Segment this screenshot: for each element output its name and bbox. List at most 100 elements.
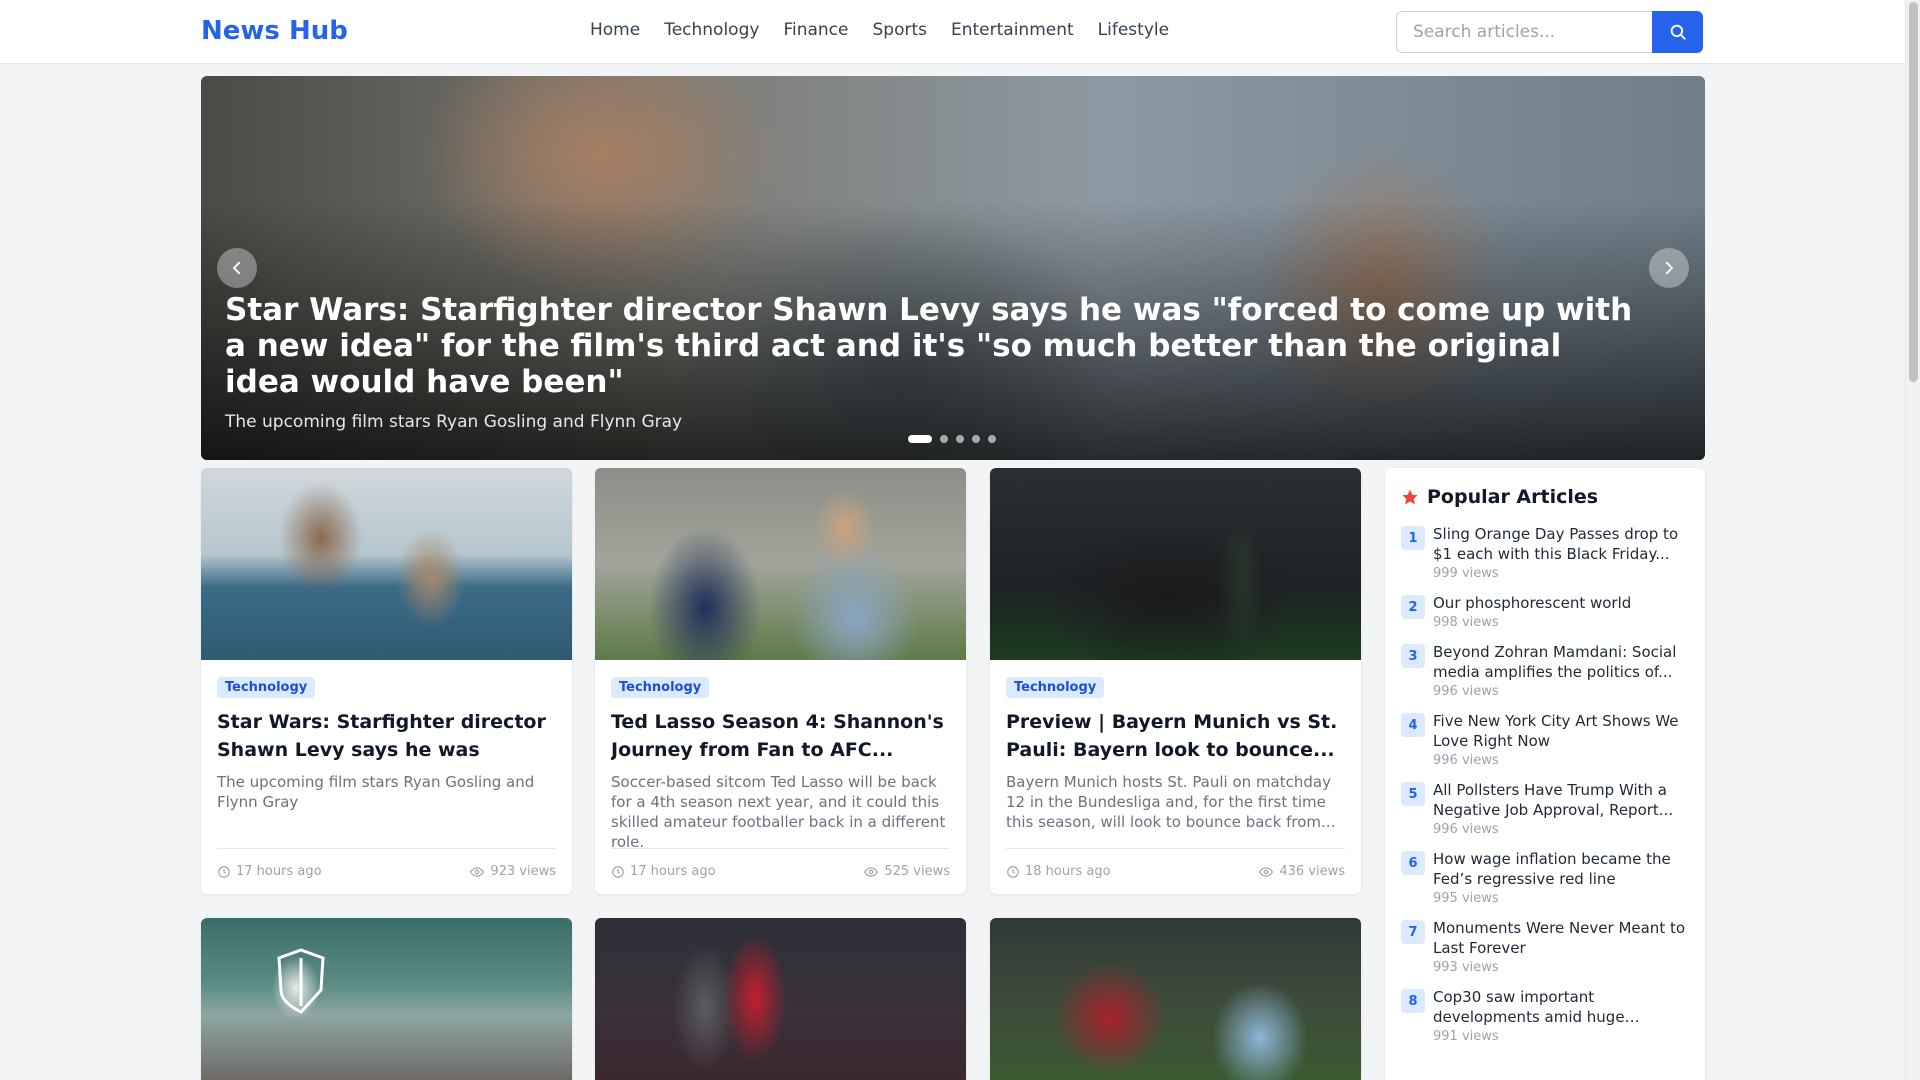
carousel-dot[interactable]: [972, 435, 980, 443]
hero-carousel[interactable]: Star Wars: Starfighter director Shawn Le…: [201, 76, 1705, 460]
article-description: Soccer-based sitcom Ted Lasso will be ba…: [611, 773, 946, 851]
nav-lifestyle[interactable]: Lifestyle: [1098, 20, 1169, 40]
carousel-dot[interactable]: [956, 435, 964, 443]
popular-heading: Popular Articles: [1401, 486, 1689, 508]
article-card[interactable]: [201, 918, 572, 1080]
carousel-dot[interactable]: [908, 435, 932, 443]
article-title[interactable]: Ted Lasso Season 4: Shannon's Journey fr…: [611, 708, 950, 764]
article-image[interactable]: [990, 918, 1361, 1080]
article-image[interactable]: [595, 468, 966, 660]
popular-item[interactable]: 1 Sling Orange Day Passes drop to $1 eac…: [1401, 524, 1689, 581]
site-logo[interactable]: News Hub: [201, 16, 348, 46]
popular-item[interactable]: 3 Beyond Zohran Mamdani: Social media am…: [1401, 642, 1689, 699]
carousel-dot[interactable]: [988, 435, 996, 443]
article-title[interactable]: Star Wars: Starfighter director Shawn Le…: [217, 708, 556, 764]
rank-badge: 3: [1401, 644, 1425, 668]
popular-item-title[interactable]: Beyond Zohran Mamdani: Social media ampl…: [1433, 642, 1689, 682]
popular-item[interactable]: 5 All Pollsters Have Trump With a Negati…: [1401, 780, 1689, 837]
article-time: 17 hours ago: [630, 864, 716, 879]
article-image[interactable]: [201, 468, 572, 660]
clock-icon: [218, 865, 230, 878]
article-image[interactable]: [595, 918, 966, 1080]
carousel-indicators: [908, 435, 996, 443]
search-input[interactable]: [1396, 11, 1652, 53]
popular-item-views: 998 views: [1433, 615, 1499, 630]
popular-item-views: 993 views: [1433, 960, 1499, 975]
rank-badge: 2: [1401, 595, 1425, 619]
article-meta: 17 hours ago 525 views: [611, 848, 950, 894]
article-card[interactable]: [990, 918, 1361, 1080]
page-scrollbar[interactable]: [1905, 0, 1920, 1080]
category-tag[interactable]: Technology: [611, 677, 710, 698]
article-views: 923 views: [490, 864, 556, 879]
rank-badge: 7: [1401, 920, 1425, 944]
site-header: News Hub Home Technology Finance Sports …: [0, 0, 1905, 64]
popular-item-views: 991 views: [1433, 1029, 1499, 1044]
carousel-dot[interactable]: [940, 435, 948, 443]
carousel-prev-button[interactable]: [217, 248, 257, 288]
popular-item-title[interactable]: Five New York City Art Shows We Love Rig…: [1433, 711, 1689, 751]
nav-sports[interactable]: Sports: [872, 20, 927, 40]
search-button[interactable]: [1652, 11, 1703, 53]
article-card[interactable]: Technology Preview | Bayern Munich vs St…: [990, 468, 1361, 894]
scrollbar-thumb[interactable]: [1909, 2, 1918, 382]
category-tag[interactable]: Technology: [1006, 677, 1105, 698]
article-title[interactable]: Preview | Bayern Munich vs St. Pauli: Ba…: [1006, 708, 1345, 764]
popular-item-views: 996 views: [1433, 822, 1499, 837]
article-views: 525 views: [884, 864, 950, 879]
popular-item-title[interactable]: Cop30 saw important developments amid hu…: [1433, 987, 1689, 1027]
nav-finance[interactable]: Finance: [783, 20, 848, 40]
search-icon: [1670, 24, 1686, 40]
carousel-next-button[interactable]: [1649, 248, 1689, 288]
clock-icon: [1007, 865, 1019, 878]
popular-item[interactable]: 2 Our phosphorescent world 998 views: [1401, 593, 1689, 630]
article-time: 18 hours ago: [1025, 864, 1111, 879]
hero-title[interactable]: Star Wars: Starfighter director Shawn Le…: [225, 292, 1645, 400]
search-bar: [1396, 11, 1703, 53]
rank-badge: 6: [1401, 851, 1425, 875]
popular-heading-text: Popular Articles: [1427, 486, 1599, 508]
article-card[interactable]: Technology Ted Lasso Season 4: Shannon's…: [595, 468, 966, 894]
article-time: 17 hours ago: [236, 864, 322, 879]
article-description: The upcoming film stars Ryan Gosling and…: [217, 773, 535, 811]
rank-badge: 5: [1401, 782, 1425, 806]
eye-icon: [470, 866, 485, 877]
popular-item-views: 995 views: [1433, 891, 1499, 906]
eye-icon: [1259, 866, 1274, 877]
popular-item-title[interactable]: Our phosphorescent world: [1433, 593, 1689, 613]
main-nav: Home Technology Finance Sports Entertain…: [590, 20, 1193, 40]
popular-item-title[interactable]: All Pollsters Have Trump With a Negative…: [1433, 780, 1689, 820]
popular-item[interactable]: 4 Five New York City Art Shows We Love R…: [1401, 711, 1689, 768]
popular-articles-panel: Popular Articles 1 Sling Orange Day Pass…: [1385, 468, 1705, 1080]
article-views: 436 views: [1279, 864, 1345, 879]
popular-item-views: 996 views: [1433, 753, 1499, 768]
chevron-right-icon: [1665, 261, 1673, 275]
popular-item-views: 996 views: [1433, 684, 1499, 699]
hero-subtitle: The upcoming film stars Ryan Gosling and…: [225, 412, 683, 432]
popular-item-views: 999 views: [1433, 566, 1499, 581]
rank-badge: 4: [1401, 713, 1425, 737]
popular-item[interactable]: 6 How wage inflation became the Fed’s re…: [1401, 849, 1689, 906]
popular-item[interactable]: 7 Monuments Were Never Meant to Last For…: [1401, 918, 1689, 975]
clock-icon: [612, 865, 624, 878]
article-image[interactable]: [201, 918, 572, 1080]
nav-technology[interactable]: Technology: [664, 20, 759, 40]
article-card[interactable]: [595, 918, 966, 1080]
chevron-left-icon: [233, 261, 241, 275]
rank-badge: 1: [1401, 526, 1425, 550]
article-description: Bayern Munich hosts St. Pauli on matchda…: [1006, 773, 1336, 831]
nav-entertainment[interactable]: Entertainment: [951, 20, 1074, 40]
club-crest-icon: [277, 948, 325, 1014]
rank-badge: 8: [1401, 989, 1425, 1013]
article-image[interactable]: [990, 468, 1361, 660]
eye-icon: [864, 866, 879, 877]
nav-home[interactable]: Home: [590, 20, 640, 40]
article-meta: 18 hours ago 436 views: [1006, 848, 1345, 894]
popular-item-title[interactable]: Monuments Were Never Meant to Last Forev…: [1433, 918, 1689, 958]
popular-item-title[interactable]: Sling Orange Day Passes drop to $1 each …: [1433, 524, 1689, 564]
popular-item[interactable]: 8 Cop30 saw important developments amid …: [1401, 987, 1689, 1044]
popular-item-title[interactable]: How wage inflation became the Fed’s regr…: [1433, 849, 1689, 889]
star-icon: [1402, 489, 1418, 505]
category-tag[interactable]: Technology: [217, 677, 316, 698]
article-card[interactable]: Technology Star Wars: Starfighter direct…: [201, 468, 572, 894]
